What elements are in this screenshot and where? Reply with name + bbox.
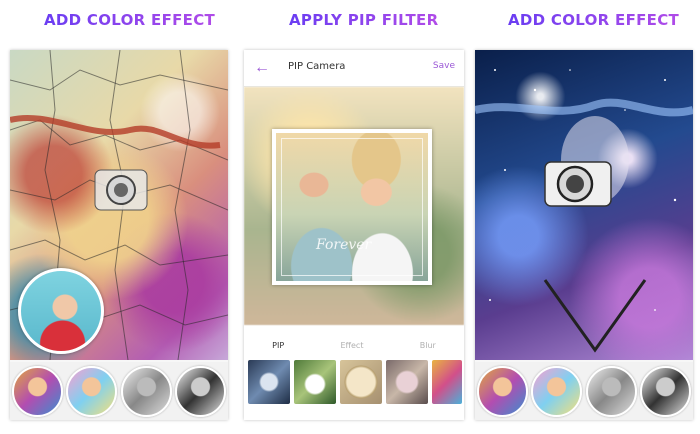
save-button[interactable]: Save bbox=[433, 61, 455, 71]
effect-thumbnail[interactable] bbox=[640, 365, 692, 417]
pip-camera-screen: ← PIP Camera Save Forever PIP Effect Blu… bbox=[244, 50, 464, 420]
effect-thumbnail[interactable] bbox=[531, 365, 583, 417]
tab-pip[interactable]: PIP bbox=[272, 341, 284, 350]
effect-thumbnail[interactable] bbox=[120, 365, 172, 417]
effect-thumbnail-row bbox=[10, 362, 228, 420]
pip-filter-row bbox=[244, 360, 464, 406]
right-screenshot-panel bbox=[475, 50, 693, 420]
app-bar: ← PIP Camera Save bbox=[244, 50, 464, 87]
pip-frame-border bbox=[281, 138, 423, 276]
heading-middle: APPLY PIP FILTER bbox=[289, 11, 439, 29]
galaxy-effect-photo bbox=[475, 50, 693, 360]
heading-left: ADD COLOR EFFECT bbox=[44, 11, 216, 29]
pip-filter-thumbnail[interactable] bbox=[386, 360, 428, 404]
effect-thumbnail[interactable] bbox=[11, 365, 63, 417]
tab-blur[interactable]: Blur bbox=[420, 341, 436, 350]
pip-photo: Forever bbox=[276, 133, 428, 281]
left-screenshot-panel bbox=[10, 50, 228, 420]
heading-right: ADD COLOR EFFECT bbox=[508, 11, 680, 29]
pip-frame[interactable]: Forever bbox=[272, 129, 432, 285]
arrow-left-icon[interactable]: ← bbox=[252, 58, 272, 78]
effect-thumbnail[interactable] bbox=[585, 365, 637, 417]
filter-tab-bar: PIP Effect Blur bbox=[244, 336, 464, 354]
pip-filter-thumbnail[interactable] bbox=[294, 360, 336, 404]
effect-thumbnail[interactable] bbox=[175, 365, 227, 417]
pip-filter-thumbnail[interactable] bbox=[340, 360, 382, 404]
galaxy-portrait-overlay bbox=[475, 69, 693, 353]
pip-frame-caption: Forever bbox=[316, 237, 372, 253]
effect-thumbnail-row bbox=[475, 362, 693, 420]
original-photo-avatar[interactable] bbox=[18, 268, 104, 354]
effect-thumbnail[interactable] bbox=[476, 365, 528, 417]
tab-effect[interactable]: Effect bbox=[340, 341, 363, 350]
pip-filter-thumbnail[interactable] bbox=[432, 360, 462, 404]
effect-thumbnail[interactable] bbox=[66, 365, 118, 417]
pip-filter-thumbnail[interactable] bbox=[248, 360, 290, 404]
screen-title: PIP Camera bbox=[288, 61, 346, 72]
